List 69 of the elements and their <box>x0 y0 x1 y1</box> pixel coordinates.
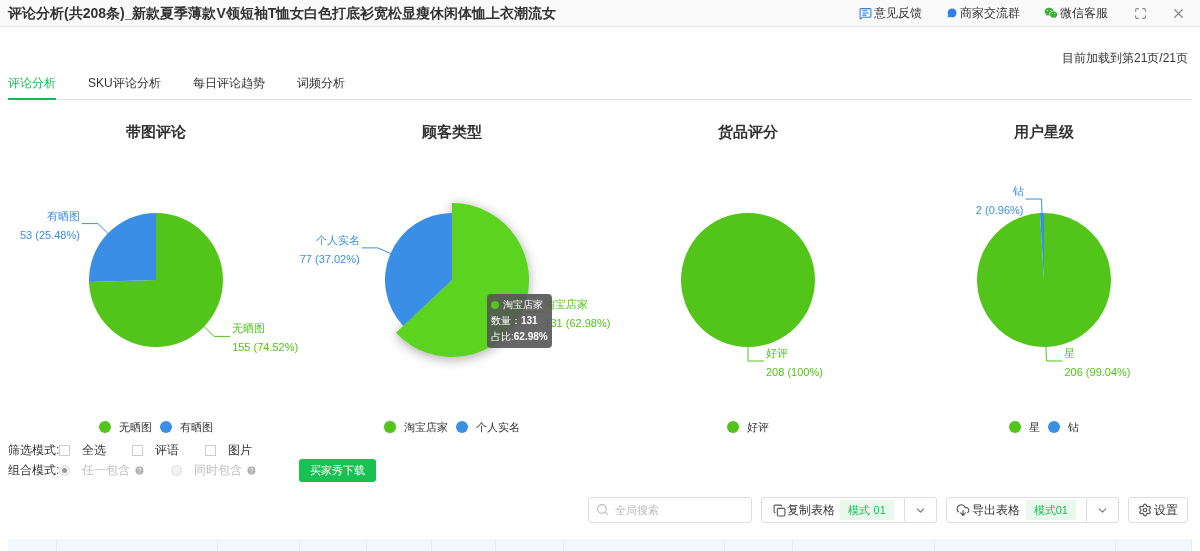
search-icon <box>596 503 610 516</box>
legend-label[interactable]: 个人实名 <box>476 418 520 436</box>
slice-label: 钻 <box>1012 185 1024 198</box>
copy-table-button[interactable]: 复制表格 模式 01 <box>761 497 905 523</box>
legend-label[interactable]: 星 <box>1029 418 1040 436</box>
chart-title: 顾客类型 <box>422 121 482 142</box>
pie-slice[interactable] <box>89 213 223 347</box>
pie-slice[interactable] <box>385 213 452 326</box>
dropdown-button[interactable] <box>1087 497 1119 523</box>
tab[interactable]: 词频分析 <box>296 72 345 100</box>
legend-label[interactable]: 有晒图 <box>180 418 213 436</box>
tooltip-count: 数量：131 <box>491 315 538 326</box>
slice-label: 个人实名 <box>315 233 360 246</box>
leader-line <box>203 326 231 337</box>
settings-button[interactable]: 设置 <box>1128 497 1188 523</box>
header-link[interactable]: 意见反馈 <box>859 4 922 22</box>
slice-value: 208 (100%) <box>766 366 823 378</box>
tooltip-share: 占比:62.98% <box>491 331 548 342</box>
header-link[interactable]: 微信客服 <box>1044 4 1108 22</box>
checkbox-label[interactable]: 评语 <box>155 441 180 459</box>
header-link[interactable]: 商家交流群 <box>946 4 1020 22</box>
settings-icon <box>1138 503 1152 517</box>
tab[interactable]: 每日评论趋势 <box>192 72 265 100</box>
slice-value: 155 (74.52%) <box>232 341 299 354</box>
chart-title: 用户星级 <box>1014 121 1074 142</box>
dropdown-button[interactable] <box>904 497 937 523</box>
checkbox[interactable] <box>59 444 71 456</box>
legend-label[interactable]: 淘宝店家 <box>404 418 448 436</box>
search-field[interactable]: 全局搜索 <box>588 497 753 523</box>
slice-label: 无晒图 <box>232 322 266 335</box>
slice-label: 有晒图 <box>46 209 80 222</box>
slice-value: 206 (99.04%) <box>1064 365 1131 378</box>
chart-title: 货品评分 <box>718 121 778 142</box>
tooltip-title: 淘宝店家 <box>503 298 543 312</box>
cloud-download-icon <box>955 503 970 517</box>
leader-line <box>1025 198 1043 214</box>
legend-label[interactable]: 钻 <box>1068 418 1079 436</box>
window-title: 评论分析(共208条)_新款夏季薄款V领短袖T恤女白色打底衫宽松显瘦休闲体恤上衣潮流女 <box>8 3 557 23</box>
help-icon[interactable] <box>134 464 146 476</box>
checkbox-label[interactable]: 全选 <box>82 441 107 459</box>
filter-label: 筛选模式: <box>8 442 60 459</box>
slice-value: 77 (37.02%) <box>299 252 360 265</box>
leader-line <box>361 247 391 254</box>
tab[interactable]: SKU评论分析 <box>88 72 161 100</box>
slice-value: 53 (25.48%) <box>19 228 80 241</box>
legend-label[interactable]: 无晒图 <box>119 418 152 436</box>
slice-value: 2 (0.96%) <box>975 204 1024 217</box>
slice-label: 好评 <box>766 347 788 359</box>
load-status: 目前加载到第21页/21页 <box>1061 50 1188 67</box>
checkbox-label[interactable]: 图片 <box>228 441 253 459</box>
pie-slice[interactable] <box>89 213 156 282</box>
checkbox[interactable] <box>132 444 144 456</box>
mode-tag: 模式 01 <box>840 500 894 520</box>
wechat-icon <box>1044 6 1058 20</box>
legend-label[interactable]: 好评 <box>747 418 769 436</box>
leader-line <box>1045 346 1063 362</box>
copy-icon <box>773 503 787 517</box>
help-icon[interactable] <box>246 464 258 476</box>
export-table-button[interactable]: 导出表格 模式01 <box>945 497 1087 523</box>
leader-line <box>81 223 109 234</box>
fullscreen-icon[interactable] <box>1134 6 1147 20</box>
checkbox[interactable] <box>205 444 217 456</box>
chat-icon <box>946 7 958 19</box>
slice-label: 星 <box>1064 346 1076 359</box>
chart-title: 带图评论 <box>126 121 186 142</box>
feedback-icon <box>859 6 872 20</box>
mode-tag: 模式01 <box>1025 500 1076 520</box>
leader-line <box>747 346 765 362</box>
combine-label: 组合模式: <box>8 462 60 479</box>
